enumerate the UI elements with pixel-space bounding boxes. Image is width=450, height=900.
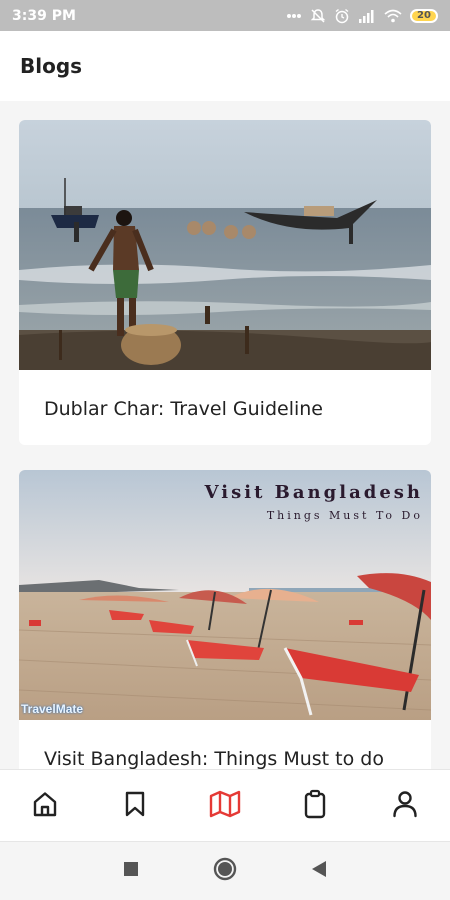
profile-icon: [392, 790, 418, 822]
travelmate-logo: TravelMate: [21, 702, 84, 716]
recents-square-icon: [123, 861, 139, 881]
back-triangle-icon: [311, 860, 327, 882]
wifi-icon: [384, 9, 402, 23]
page-title: Blogs: [20, 54, 83, 78]
status-bar: 3:39 PM 20: [0, 0, 450, 31]
recents-button[interactable]: [119, 859, 143, 883]
nav-bookmark[interactable]: [110, 781, 160, 831]
home-icon: [31, 790, 59, 822]
blog-card[interactable]: Visit Bangladesh Things Must To Do Trave…: [19, 470, 431, 769]
nav-map[interactable]: [200, 781, 250, 831]
signal-icon: [358, 9, 376, 23]
image-overlay-subtitle: Things Must To Do: [266, 509, 423, 522]
battery-icon: 20: [410, 8, 438, 23]
fishermen-beach-photo: [19, 120, 431, 370]
status-time: 3:39 PM: [12, 7, 76, 24]
back-button[interactable]: [307, 859, 331, 883]
home-circle-icon: [213, 857, 237, 885]
map-icon: [209, 790, 241, 822]
blog-title[interactable]: Dublar Char: Travel Guideline: [19, 370, 431, 420]
blog-card[interactable]: Dublar Char: Travel Guideline: [19, 120, 431, 445]
nav-profile[interactable]: [380, 781, 430, 831]
image-overlay-title: Visit Bangladesh: [204, 482, 423, 503]
beach-lounge-chairs-photo: Visit Bangladesh Things Must To Do Trave…: [19, 470, 431, 720]
app-header: Blogs: [0, 31, 450, 101]
system-nav-bar: [0, 841, 450, 900]
system-home-button[interactable]: [213, 857, 237, 885]
more-dots-icon: [286, 13, 302, 19]
clipboard-icon: [303, 789, 327, 823]
blog-title[interactable]: Visit Bangladesh: Things Must to do: [19, 720, 431, 769]
bookmark-icon: [123, 790, 147, 822]
alarm-icon: [334, 8, 350, 24]
nav-clipboard[interactable]: [290, 781, 340, 831]
status-icons: 20: [286, 8, 438, 24]
bottom-nav: [0, 769, 450, 841]
blog-list: Dublar Char: Travel Guideline Visit Bang…: [0, 101, 450, 769]
nav-home[interactable]: [20, 781, 70, 831]
notifications-off-icon: [310, 8, 326, 24]
